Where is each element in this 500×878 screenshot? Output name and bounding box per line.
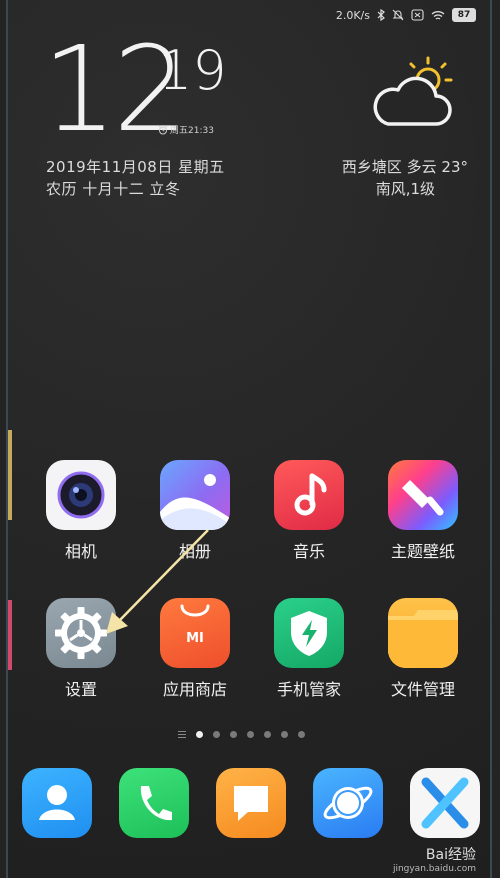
watermark-url: jingyan.baidu.com: [392, 864, 476, 874]
annotation-arrow: [106, 529, 209, 634]
dock-phone[interactable]: [119, 768, 189, 838]
watermark: Bai经验 jingyan.baidu.com: [393, 844, 476, 874]
browser-planet-icon: [323, 786, 373, 820]
page-dot[interactable]: [247, 731, 254, 738]
home-screen: 2.0K/s 87 12 19 周五21:33 2019年11月08日 星期五 …: [6, 0, 492, 878]
dock-contacts[interactable]: [22, 768, 92, 838]
message-bubble-icon: [234, 786, 268, 821]
page-dot[interactable]: [281, 731, 288, 738]
page-dot[interactable]: [196, 731, 203, 738]
screen-manager-icon[interactable]: [178, 731, 186, 738]
page-dot[interactable]: [230, 731, 237, 738]
watermark-brand: Bai经验: [425, 847, 476, 863]
page-dot[interactable]: [298, 731, 305, 738]
dock-messages[interactable]: [216, 768, 286, 838]
page-dot[interactable]: [213, 731, 220, 738]
x-logo-icon: [421, 777, 469, 829]
contact-person-icon: [39, 785, 75, 820]
dock-x-app[interactable]: [410, 768, 480, 838]
page-dot[interactable]: [264, 731, 271, 738]
dock-browser[interactable]: [313, 768, 383, 838]
phone-handset-icon: [140, 786, 172, 821]
page-indicator[interactable]: [178, 731, 305, 738]
